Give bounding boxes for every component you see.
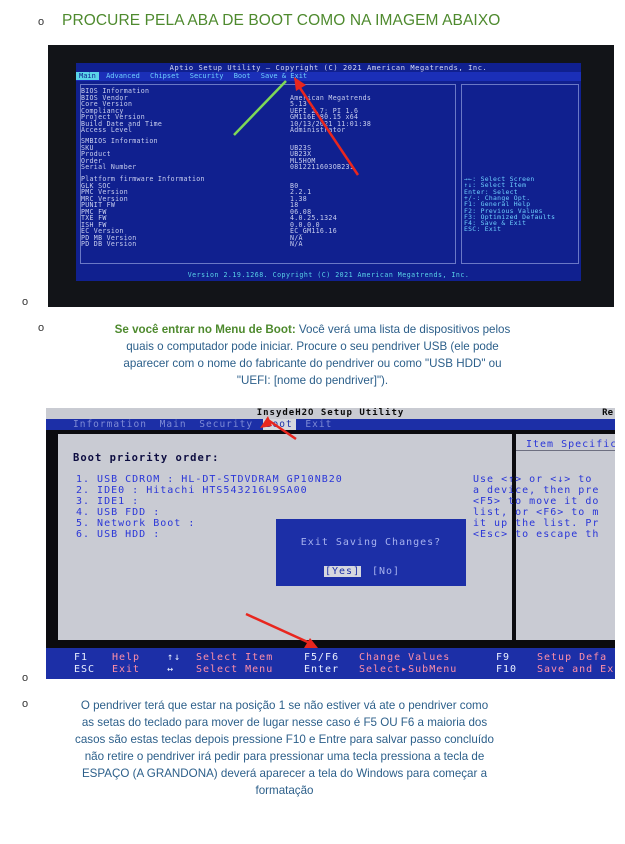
paragraph-line: O pendriver terá que estar na posição 1 …: [80, 699, 489, 712]
paragraph-line: formatação: [255, 784, 314, 797]
paragraph-line: quais o computador pode iniciar. Procure…: [126, 340, 499, 353]
bios-photo-aptio: Aptio Setup Utility – Copyright (C) 2021…: [48, 45, 614, 307]
paragraph-line: casos são estas teclas depois pressione …: [75, 733, 494, 746]
red-arrow-head: [304, 638, 318, 648]
paragraph-bold-lead: Se você entrar no Menu de Boot:: [114, 323, 296, 336]
red-arrow-line: [245, 612, 313, 646]
paragraph-instructions: O pendriver terá que estar na posição 1 …: [12, 697, 557, 799]
page-heading: PROCURE PELA ABA DE BOOT COMO NA IMAGEM …: [62, 12, 501, 29]
green-arrow-line: [233, 80, 287, 136]
bios-photo-insyde: InsydeH2O Setup Utility Re Information M…: [46, 408, 615, 679]
annotation-arrows: [233, 77, 360, 176]
annotation-arrows: [245, 416, 318, 648]
paragraph-boot-menu: Se você entrar no Menu de Boot: Você ver…: [40, 321, 585, 389]
paragraph-line: ESPAÇO (A GRANDONA) deverá aparecer a te…: [81, 767, 488, 780]
red-arrow-line: [296, 84, 360, 176]
paragraph-line: não retire o pendriver irá pedir para pr…: [84, 750, 485, 763]
paragraph-line: as setas do teclado para mover de lugar …: [81, 716, 488, 729]
bullet-marker: o: [38, 16, 45, 28]
paragraph-line: aparecer com o nome do fabricante do pen…: [123, 357, 502, 370]
paragraph-line: Você verá uma lista de dispositivos pelo…: [295, 323, 511, 336]
bullet-marker: o: [22, 672, 29, 684]
red-arrow-head: [260, 416, 272, 428]
paragraph-line: "UEFI: [nome do pendriver]").: [236, 374, 389, 387]
bullet-marker: o: [22, 296, 29, 308]
red-arrow-line: [267, 418, 297, 441]
